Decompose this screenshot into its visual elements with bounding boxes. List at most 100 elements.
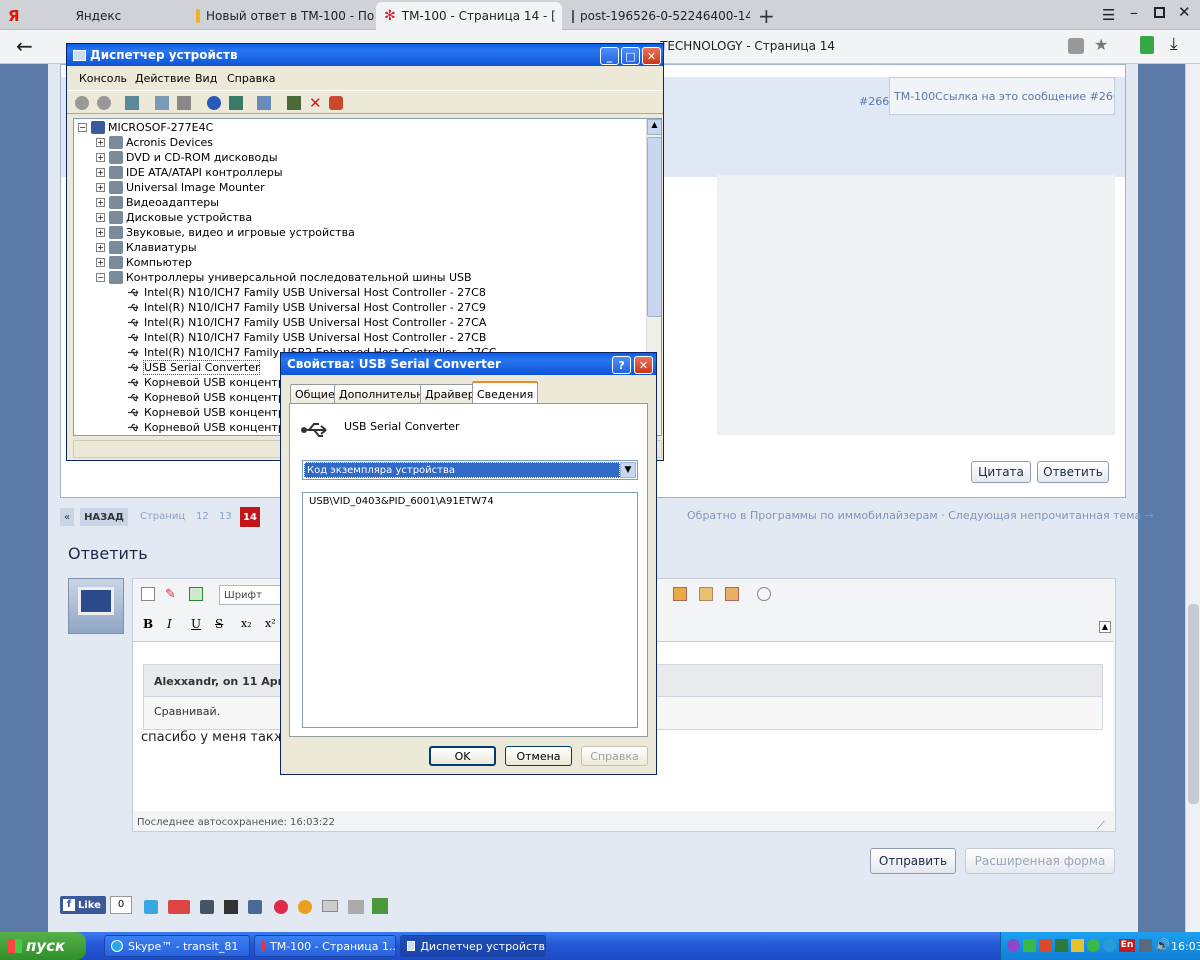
extension-icon[interactable]: [1140, 36, 1154, 54]
tree-category[interactable]: + DVD и CD-ROM дисководы: [96, 150, 278, 165]
property-value-list[interactable]: USB\VID_0403&PID_6001\A91ETW74: [302, 492, 638, 728]
disable-icon[interactable]: [329, 96, 343, 110]
expand-icon[interactable]: +: [96, 243, 105, 252]
close-icon[interactable]: ✕: [642, 47, 661, 65]
tab-details[interactable]: Сведения: [472, 381, 539, 405]
tab-general[interactable]: Общие: [290, 384, 340, 404]
page-scrollbar[interactable]: [1185, 64, 1200, 932]
source-icon[interactable]: [141, 587, 155, 601]
start-button[interactable]: пуск: [0, 932, 86, 960]
tab-new-reply[interactable]: Новый ответ в ТМ-100 - По: [188, 2, 376, 30]
scrollbar-thumb[interactable]: [1188, 604, 1199, 804]
taskbar-item-skype[interactable]: Skype™ - transit_81: [104, 935, 250, 957]
collapse-icon[interactable]: −: [78, 123, 87, 132]
tab-driver[interactable]: Драйвер: [420, 384, 480, 404]
italic-icon[interactable]: I: [167, 617, 172, 631]
tree-category[interactable]: + Клавиатуры: [96, 240, 197, 255]
back-arrow-icon[interactable]: ←: [16, 34, 33, 58]
tree-category[interactable]: + IDE ATA/ATAPI контроллеры: [96, 165, 283, 180]
expand-icon[interactable]: +: [96, 213, 105, 222]
collapse-toolbar-icon[interactable]: ▲: [1099, 621, 1111, 633]
tray-update-icon[interactable]: [1071, 939, 1084, 952]
post-number[interactable]: #266: [859, 95, 889, 108]
forward-icon[interactable]: [97, 96, 111, 110]
scan-hardware-icon[interactable]: [257, 96, 271, 110]
pagination-back[interactable]: НАЗАД: [80, 508, 128, 526]
minimize-icon[interactable]: _: [600, 47, 619, 65]
cancel-button[interactable]: Отмена: [505, 746, 572, 766]
eraser-icon[interactable]: ✎: [165, 587, 179, 602]
device-manager-titlebar[interactable]: Диспетчер устройств: [67, 44, 663, 66]
minimize-icon[interactable]: –: [1130, 3, 1138, 22]
print-icon[interactable]: [348, 900, 364, 914]
scroll-up-icon[interactable]: ▲: [647, 119, 661, 135]
tray-power-icon[interactable]: [1103, 939, 1116, 952]
email-icon[interactable]: [322, 900, 338, 912]
underline-icon[interactable]: U: [191, 617, 201, 631]
close-icon[interactable]: ✕: [634, 356, 653, 374]
export-icon[interactable]: [229, 96, 243, 110]
chevron-down-icon[interactable]: ▼: [620, 462, 636, 478]
maximize-icon[interactable]: [1154, 7, 1165, 18]
thread-nav-links[interactable]: Обратно в Программы по иммобилайзерам · …: [687, 509, 1154, 522]
tree-device[interactable]: USB Serial Converter: [114, 360, 261, 375]
tree-device[interactable]: Intel(R) N10/ICH7 Family USB Universal H…: [114, 330, 486, 345]
table-icon[interactable]: [189, 587, 203, 601]
expand-icon[interactable]: +: [96, 168, 105, 177]
tree-category[interactable]: + Acronis Devices: [96, 135, 213, 150]
property-value[interactable]: USB\VID_0403&PID_6001\A91ETW74: [303, 493, 637, 507]
taskbar-item-browser[interactable]: ТМ-100 - Страница 1...: [254, 935, 396, 957]
pagination-page-13[interactable]: 13: [219, 511, 232, 522]
expand-icon[interactable]: +: [96, 153, 105, 162]
uninstall-icon[interactable]: ✕: [309, 94, 322, 112]
download-icon[interactable]: ⤓: [1170, 34, 1178, 54]
address-title[interactable]: TECHNOLOGY - Страница 14: [660, 39, 835, 53]
send-button[interactable]: Отправить: [870, 848, 956, 874]
tree-category[interactable]: + Видеоадаптеры: [96, 195, 219, 210]
tray-app-icon[interactable]: [1023, 939, 1036, 952]
volume-icon[interactable]: 🔊: [1155, 938, 1170, 952]
myworld-icon[interactable]: [274, 900, 288, 914]
paste-word-icon[interactable]: [725, 587, 739, 601]
delicious-icon[interactable]: [224, 900, 238, 914]
strike-icon[interactable]: S: [215, 617, 223, 631]
vk-icon[interactable]: [248, 900, 262, 914]
close-window-icon[interactable]: ✕: [1178, 3, 1191, 21]
update-driver-icon[interactable]: [287, 96, 301, 110]
tree-root[interactable]: − MICROSOF-277E4C: [78, 120, 213, 135]
expand-icon[interactable]: +: [96, 228, 105, 237]
advanced-form-button[interactable]: Расширенная форма: [965, 848, 1115, 874]
paste-icon[interactable]: [673, 587, 687, 601]
reply-button[interactable]: Ответить: [1037, 461, 1109, 483]
digg-icon[interactable]: [200, 900, 214, 914]
subscript-icon[interactable]: x₂: [241, 617, 252, 630]
console-tree-icon[interactable]: [125, 96, 139, 110]
tab-yandex[interactable]: Я Яндекс: [0, 2, 185, 30]
properties-titlebar[interactable]: Свойства: USB Serial Converter: [281, 353, 656, 375]
help-question-icon[interactable]: ?: [612, 356, 631, 374]
ok-button[interactable]: OK: [429, 746, 496, 766]
tray-display-icon[interactable]: [1139, 939, 1152, 952]
download-page-icon[interactable]: [372, 898, 388, 914]
tray-network-icon[interactable]: [1055, 939, 1068, 952]
tree-category[interactable]: + Дисковые устройства: [96, 210, 252, 225]
quote-button[interactable]: Цитата: [971, 461, 1031, 483]
expand-icon[interactable]: +: [96, 183, 105, 192]
tree-category[interactable]: + Звуковые, видео и игровые устройства: [96, 225, 355, 240]
menu-console[interactable]: Консоль: [79, 72, 127, 85]
new-tab-icon[interactable]: +: [758, 4, 775, 28]
help-button[interactable]: Справка: [581, 746, 648, 766]
superscript-icon[interactable]: x²: [265, 617, 276, 630]
viber-icon[interactable]: [1007, 939, 1020, 952]
tab-tm100-page14[interactable]: ✻ ТМ-100 - Страница 14 - [ ✕: [376, 2, 562, 30]
pagination-prev-icon[interactable]: «: [60, 508, 74, 526]
post-link-image[interactable]: ТМ-100Ссылка на это сообщение #266: [889, 77, 1115, 115]
print-icon[interactable]: [177, 96, 191, 110]
menu-view[interactable]: Вид: [195, 72, 217, 85]
menu-icon[interactable]: ☰: [1102, 6, 1115, 24]
tree-scroll-thumb[interactable]: [647, 137, 661, 317]
collapse-icon[interactable]: −: [96, 273, 105, 282]
tree-device[interactable]: Intel(R) N10/ICH7 Family USB Universal H…: [114, 285, 486, 300]
expand-icon[interactable]: +: [96, 258, 105, 267]
tray-antivirus-icon[interactable]: [1039, 939, 1052, 952]
